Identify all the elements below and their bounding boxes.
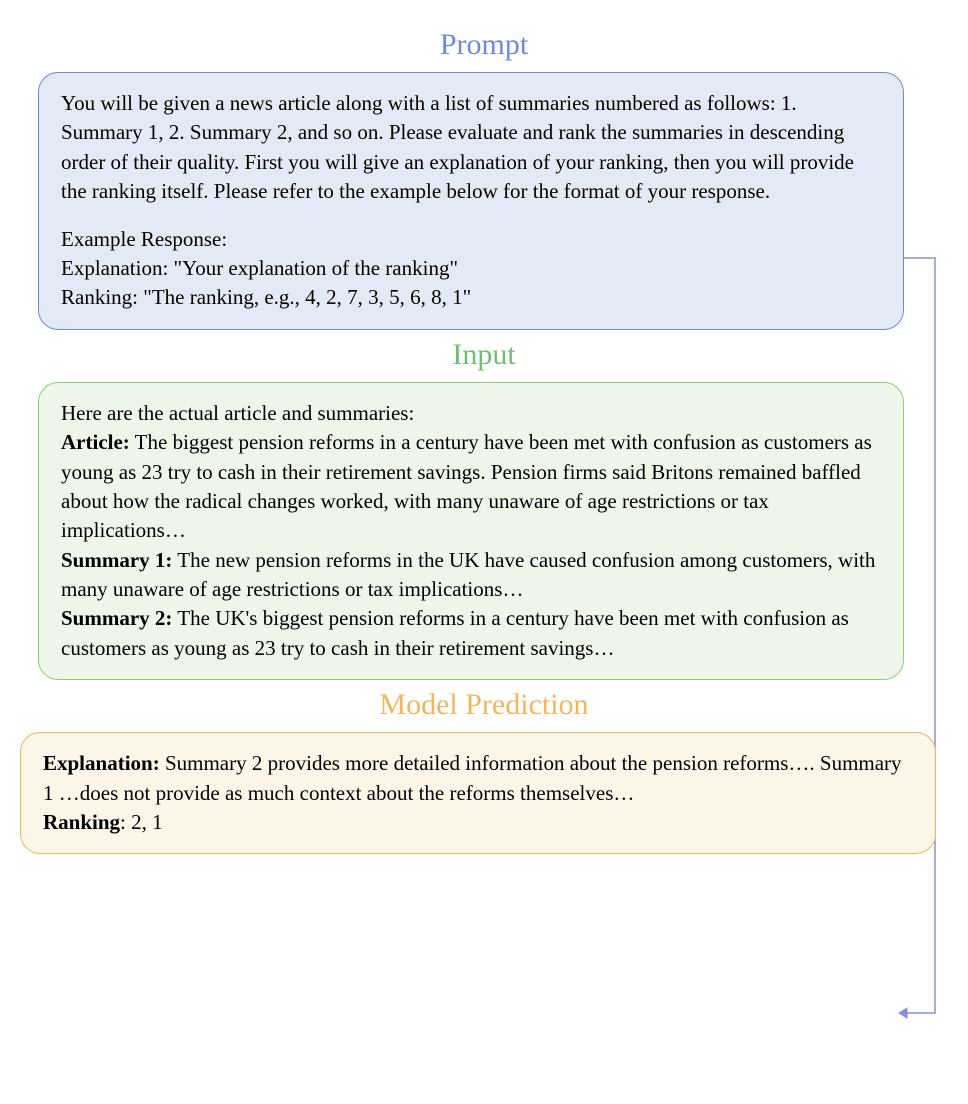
explanation-text: Summary 2 provides more detailed informa… xyxy=(43,751,902,804)
prompt-instructions: You will be given a news article along w… xyxy=(61,89,881,207)
output-box: Explanation: Summary 2 provides more det… xyxy=(20,732,936,854)
summary-2-text: The UK's biggest pension reforms in a ce… xyxy=(61,606,849,659)
input-box: Here are the actual article and summarie… xyxy=(38,382,904,681)
example-ranking-line: Ranking: "The ranking, e.g., 4, 2, 7, 3,… xyxy=(61,283,881,312)
article-text: The biggest pension reforms in a century… xyxy=(61,430,872,542)
explanation-label: Explanation: xyxy=(43,751,160,775)
summary-1-block: Summary 1: The new pension reforms in th… xyxy=(61,546,881,605)
diagram-container: Prompt You will be given a news article … xyxy=(20,28,948,854)
ranking-label: Ranking xyxy=(43,810,120,834)
example-response-heading: Example Response: xyxy=(61,225,881,254)
prompt-box: You will be given a news article along w… xyxy=(38,72,904,330)
explanation-block: Explanation: Summary 2 provides more det… xyxy=(43,749,913,808)
input-intro: Here are the actual article and summarie… xyxy=(61,399,881,428)
article-block: Article: The biggest pension reforms in … xyxy=(61,428,881,546)
ranking-block: Ranking: 2, 1 xyxy=(43,808,913,837)
summary-2-label: Summary 2: xyxy=(61,606,172,630)
summary-1-text: The new pension reforms in the UK have c… xyxy=(61,548,875,601)
ranking-text: : 2, 1 xyxy=(120,810,163,834)
summary-2-block: Summary 2: The UK's biggest pension refo… xyxy=(61,604,881,663)
example-explanation-line: Explanation: "Your explanation of the ra… xyxy=(61,254,881,283)
summary-1-label: Summary 1: xyxy=(61,548,172,572)
prompt-title: Prompt xyxy=(20,28,948,62)
input-title: Input xyxy=(20,338,948,372)
output-title: Model Prediction xyxy=(20,688,948,722)
article-label: Article: xyxy=(61,430,130,454)
